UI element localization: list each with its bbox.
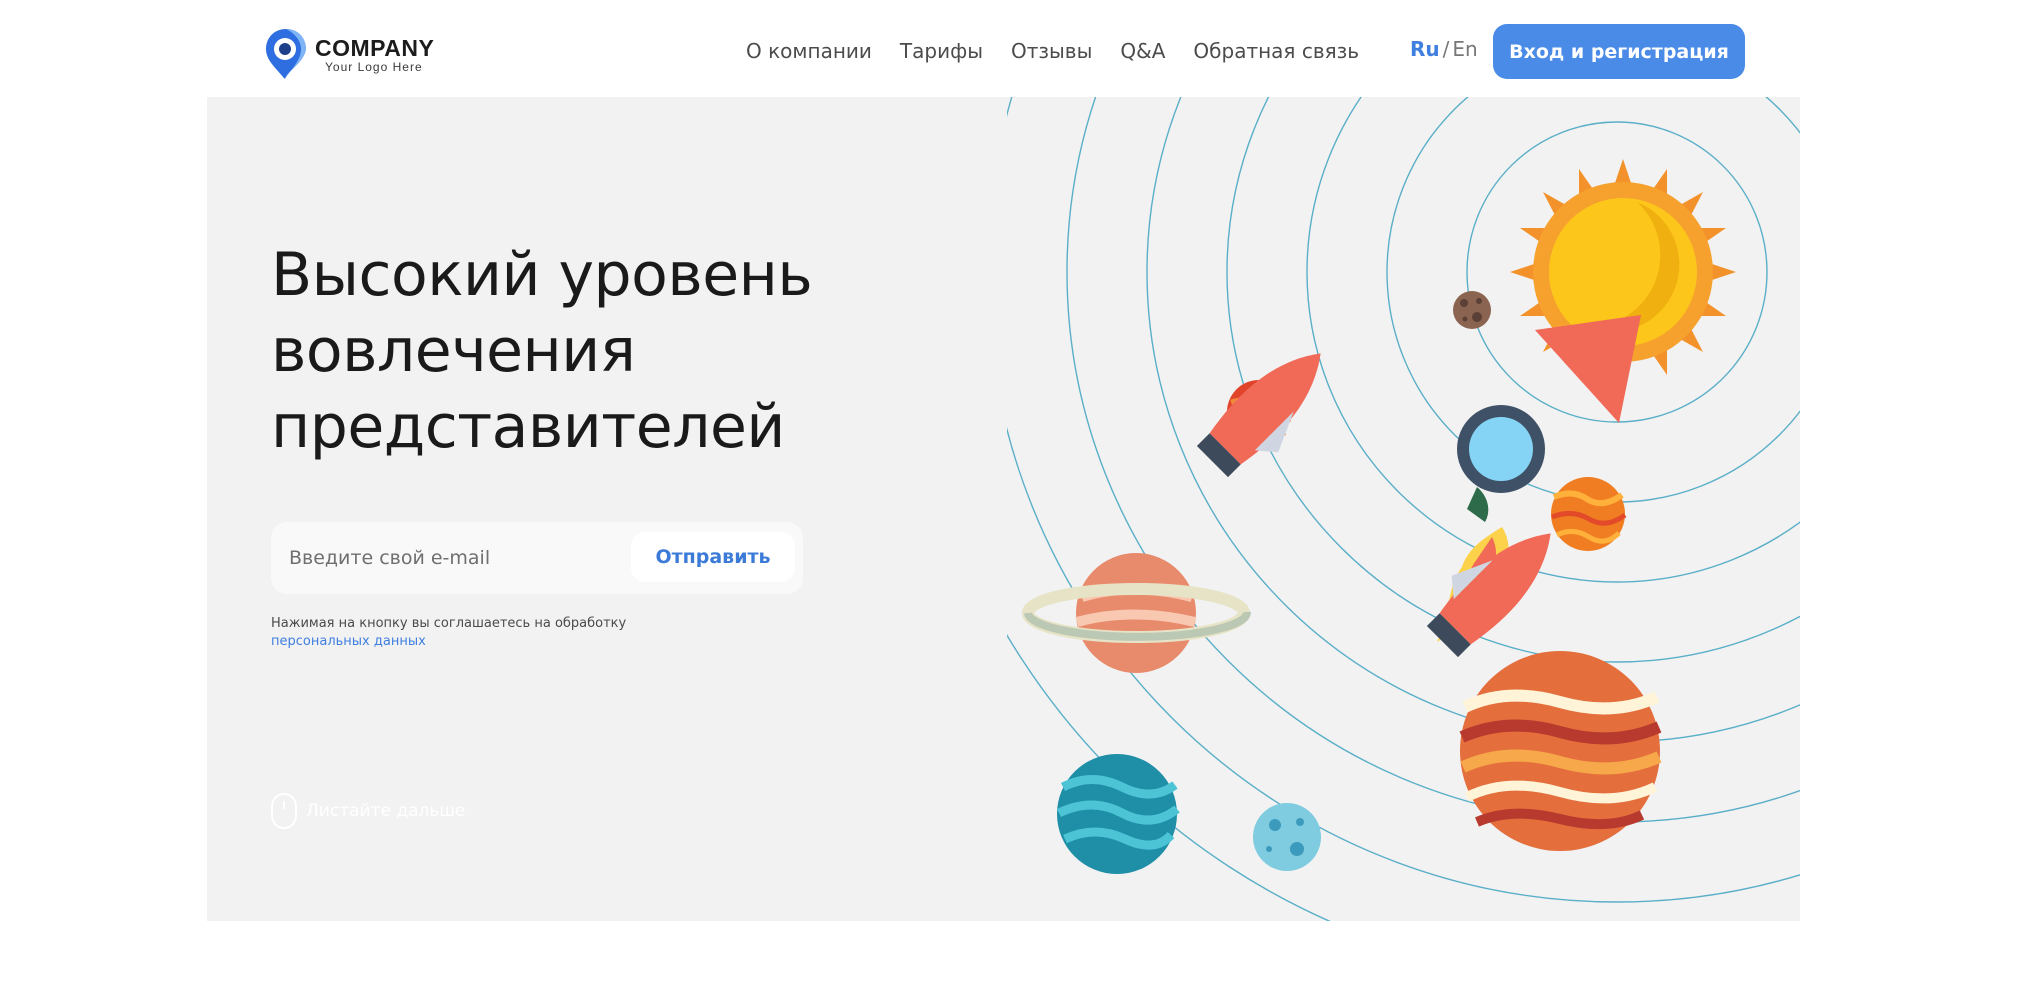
logo-subtitle: Your Logo Here xyxy=(325,60,423,74)
consent-note: Нажимая на кнопку вы соглашаетесь на обр… xyxy=(271,615,626,651)
consent-text: Нажимая на кнопку вы соглашаетесь на обр… xyxy=(271,616,627,631)
hero-section: Высокий уровень вовлечения представителе… xyxy=(207,97,1800,921)
email-subscribe-form: Отправить xyxy=(271,522,803,594)
language-switcher: Ru / En xyxy=(1410,37,1478,61)
hero-title: Высокий уровень вовлечения представителе… xyxy=(271,237,971,465)
scroll-hint-text: Листайте дальше xyxy=(306,801,466,821)
moon-small-icon xyxy=(1453,291,1491,329)
space-illustration xyxy=(1007,97,1800,921)
hero-title-line: вовлечения xyxy=(271,316,636,386)
rocket-icon xyxy=(1426,533,1551,658)
personal-data-link[interactable]: персональных данных xyxy=(271,634,426,649)
login-register-button[interactable]: Вход и регистрация xyxy=(1493,24,1745,79)
teal-planet-icon xyxy=(1057,754,1180,874)
lang-separator: / xyxy=(1442,37,1450,61)
nav-item-reviews[interactable]: Отзывы xyxy=(1011,39,1092,63)
next-section xyxy=(207,921,1800,1004)
email-input[interactable] xyxy=(271,522,629,594)
main-nav: О компании Тарифы Отзывы Q&A Обратная св… xyxy=(746,39,1359,63)
ringed-planet-icon xyxy=(1022,553,1251,673)
nav-item-feedback[interactable]: Обратная связь xyxy=(1193,39,1359,63)
nav-item-pricing[interactable]: Тарифы xyxy=(900,39,983,63)
striped-giant-planet-icon xyxy=(1459,651,1662,851)
hero-title-line: Высокий уровень xyxy=(271,240,813,310)
nav-item-faq[interactable]: Q&A xyxy=(1120,39,1165,63)
submit-button[interactable]: Отправить xyxy=(631,532,795,582)
porthole-icon xyxy=(1457,405,1545,493)
site-header: COMPANY Your Logo Here О компании Тарифы… xyxy=(207,5,1800,97)
hero-title-line: представителей xyxy=(271,392,785,462)
page: COMPANY Your Logo Here О компании Тарифы… xyxy=(207,5,1800,1004)
orange-planet-icon xyxy=(1551,477,1627,551)
mouse-icon xyxy=(271,793,297,829)
scroll-hint[interactable]: Листайте дальше xyxy=(271,793,465,829)
blue-moon-icon xyxy=(1253,803,1321,871)
nav-item-about[interactable]: О компании xyxy=(746,39,872,63)
location-pin-icon xyxy=(266,29,306,79)
logo-title: COMPANY xyxy=(315,35,435,61)
rocket-icon xyxy=(1196,353,1321,478)
company-logo[interactable]: COMPANY Your Logo Here xyxy=(263,27,463,83)
lang-ru-option[interactable]: Ru xyxy=(1410,37,1440,61)
lang-en-option[interactable]: En xyxy=(1452,37,1477,61)
